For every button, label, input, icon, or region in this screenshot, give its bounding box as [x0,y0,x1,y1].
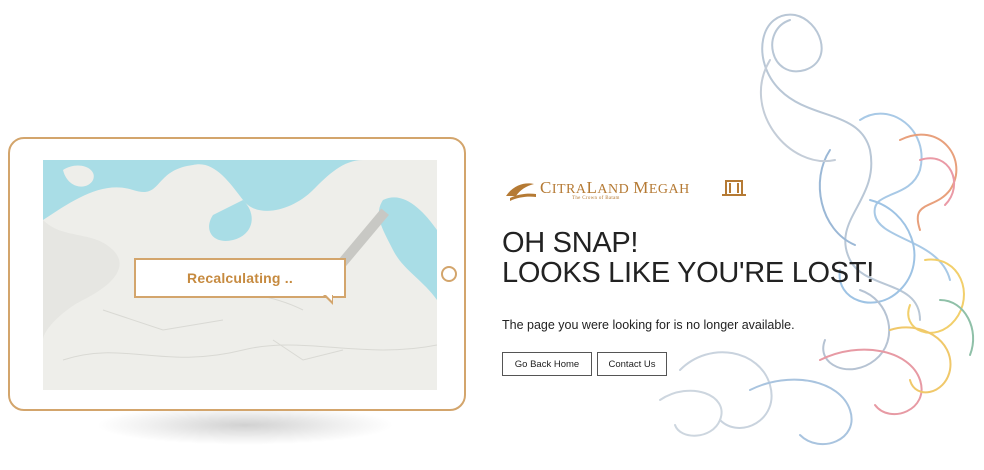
brand-tagline: The Crown of Batam [572,196,620,201]
recalculating-text: Recalculating .. [187,270,293,286]
contact-us-button[interactable]: Contact Us [597,352,667,376]
error-headline: OH SNAP! LOOKS LIKE YOU'RE LOST! [502,228,874,288]
headline-line-1: OH SNAP! [502,227,639,259]
callout-tail-inner [325,294,332,301]
brand-wordmark: CITRALAND MEGAH [540,178,690,197]
crown-mark-icon [722,180,746,196]
error-description: The page you were looking for is no long… [502,318,795,332]
recalculating-callout: Recalculating .. [134,258,346,298]
tablet-shadow [95,405,395,445]
tablet-home-button-icon [441,266,457,282]
headline-line-2: LOOKS LIKE YOU'RE LOST! [502,257,875,289]
go-back-home-button[interactable]: Go Back Home [502,352,592,376]
